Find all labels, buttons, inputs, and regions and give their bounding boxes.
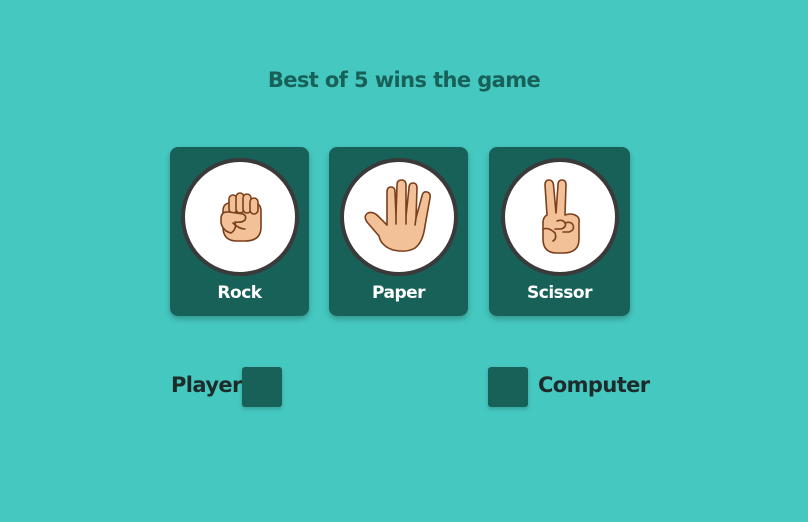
- paper-circle[interactable]: [339, 158, 458, 276]
- computer-score-box: [488, 367, 528, 407]
- player-label: Player: [171, 373, 242, 397]
- game-title: Best of 5 wins the game: [267, 68, 541, 92]
- rock-circle[interactable]: [180, 158, 299, 276]
- paper-button[interactable]: Paper: [329, 147, 468, 316]
- victory-hand-icon: [535, 177, 585, 257]
- scissor-button[interactable]: Scissor: [489, 147, 630, 316]
- open-hand-icon: [363, 178, 435, 256]
- scissor-label: Scissor: [527, 283, 592, 303]
- rock-button[interactable]: Rock: [170, 147, 309, 316]
- paper-label: Paper: [371, 283, 426, 303]
- scissor-circle[interactable]: [500, 158, 619, 276]
- player-score-box: [242, 367, 282, 407]
- rock-label: Rock: [217, 283, 262, 303]
- computer-label: Computer: [538, 373, 650, 397]
- fist-hand-icon: [215, 189, 265, 245]
